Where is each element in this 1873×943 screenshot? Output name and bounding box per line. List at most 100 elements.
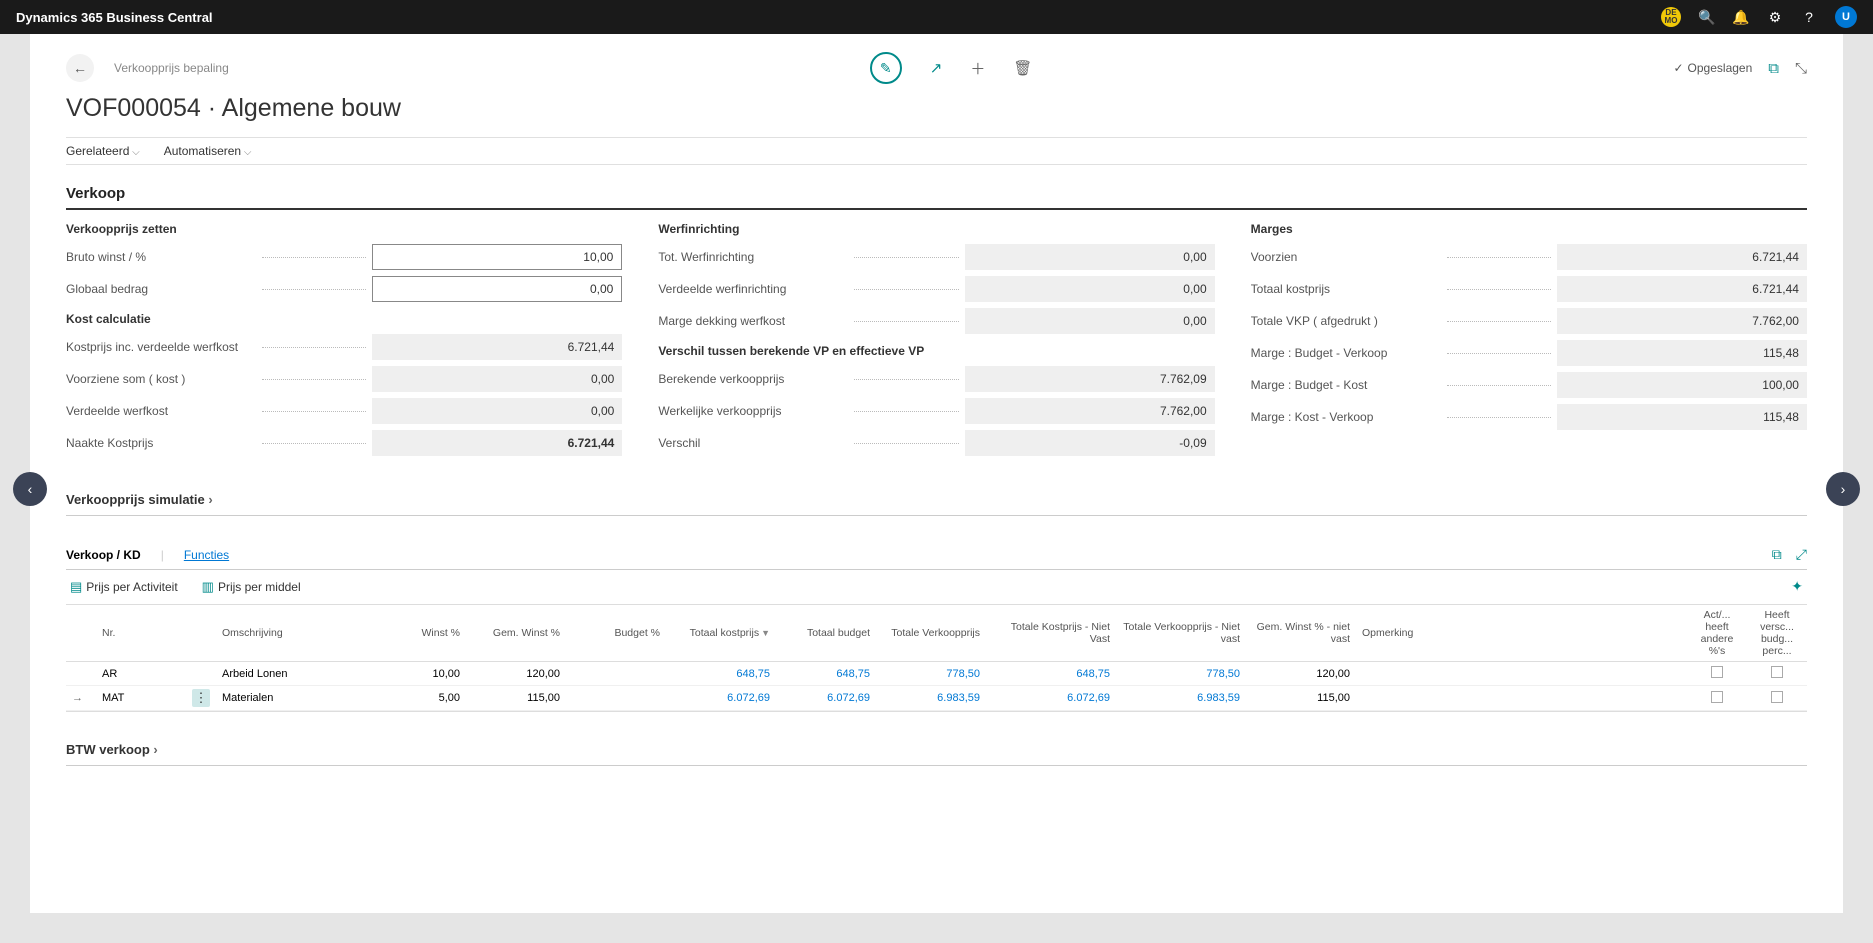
verkoop-col3: Marges Voorzien 6.721,44 Totaal kostprij…: [1251, 222, 1807, 462]
kd-expand-icon[interactable]: ⤢: [1796, 546, 1807, 563]
app-title: Dynamics 365 Business Central: [16, 10, 213, 25]
cell-omschrijving: Arbeid Lonen: [216, 665, 396, 683]
cell-totvkp[interactable]: 6.983,59: [876, 689, 986, 707]
delete-icon[interactable]: 🗑: [1013, 59, 1032, 77]
checkbox-act-pc[interactable]: [1711, 691, 1723, 703]
menu-automate[interactable]: Automatiseren: [164, 144, 252, 158]
cell-totvkp[interactable]: 778,50: [876, 665, 986, 683]
cell-totkost[interactable]: 648,75: [666, 665, 776, 683]
input-bruto-winst[interactable]: 10,00: [372, 244, 622, 270]
value-marge-kost-verkoop: 115,48: [1557, 404, 1807, 430]
breadcrumb: Verkoopprijs bepaling: [114, 61, 229, 75]
th-totkost[interactable]: Totaal kostprijs▼: [666, 623, 776, 643]
cell-totvkp-nv[interactable]: 6.983,59: [1116, 689, 1246, 707]
label-verdeelde-werfkost: Verdeelde werfkost: [66, 404, 256, 418]
kd-functies-link[interactable]: Functies: [184, 548, 229, 562]
page-canvas: ← Verkoopprijs bepaling ✎ ↗ ＋ 🗑 Opgeslag…: [30, 34, 1843, 913]
user-avatar[interactable]: U: [1835, 6, 1857, 28]
cell-gemwinst-nv: 115,00: [1246, 689, 1356, 707]
settings-icon[interactable]: ⚙: [1767, 9, 1783, 25]
th-totbudget[interactable]: Totaal budget: [776, 623, 876, 643]
th-heeft-budg[interactable]: Heeft versc... budg... perc...: [1747, 605, 1807, 661]
label-naakte-kostprijs: Naakte Kostprijs: [66, 436, 256, 450]
value-marge-budget-kost: 100,00: [1557, 372, 1807, 398]
popout-icon[interactable]: ⧉: [1768, 60, 1779, 77]
table-row[interactable]: → MAT ⋮ Materialen 5,00 115,00 6.072,69 …: [66, 686, 1807, 711]
section-title-btw-verkoop[interactable]: BTW verkoop: [66, 742, 1807, 766]
checkbox-act-pc[interactable]: [1711, 666, 1723, 678]
next-record-button[interactable]: ›: [1826, 472, 1860, 506]
edit-button[interactable]: ✎: [870, 52, 902, 84]
subhead-verkoopprijs-zetten: Verkoopprijs zetten: [66, 222, 622, 236]
kd-popout-icon[interactable]: ⧉: [1772, 546, 1782, 563]
section-title-simulatie[interactable]: Verkoopprijs simulatie: [66, 492, 1807, 516]
value-voorzien: 6.721,44: [1557, 244, 1807, 270]
label-tot-werfinrichting: Tot. Werfinrichting: [658, 250, 848, 264]
kd-settings-icon[interactable]: ✦: [1791, 578, 1803, 594]
th-totvkp[interactable]: Totale Verkoopprijs: [876, 623, 986, 643]
app-top-bar: Dynamics 365 Business Central DEMO 🔍 🔔 ⚙…: [0, 0, 1873, 34]
prev-record-button[interactable]: ‹: [13, 472, 47, 506]
th-budget-pc[interactable]: Budget %: [566, 623, 666, 643]
kd-title: Verkoop / KD: [66, 548, 141, 562]
th-winst[interactable]: Winst %: [396, 623, 466, 643]
tool-prijs-per-activiteit[interactable]: ▤ Prijs per Activiteit: [70, 579, 178, 595]
subhead-marges: Marges: [1251, 222, 1807, 236]
cell-gemwinst-nv: 120,00: [1246, 665, 1356, 683]
label-werkelijke-vkp: Werkelijke verkoopprijs: [658, 404, 848, 418]
checkbox-heeft-budg[interactable]: [1771, 666, 1783, 678]
row-marker: [66, 671, 96, 677]
cell-totbudget[interactable]: 648,75: [776, 665, 876, 683]
label-bruto-winst: Bruto winst / %: [66, 250, 256, 264]
row-actions[interactable]: [186, 671, 216, 677]
cell-winst: 10,00: [396, 665, 466, 683]
notifications-icon[interactable]: 🔔: [1733, 9, 1749, 25]
tool-prijs-per-activiteit-label: Prijs per Activiteit: [86, 580, 177, 594]
value-totaal-kostprijs: 6.721,44: [1557, 276, 1807, 302]
th-nr[interactable]: Nr.: [96, 623, 186, 643]
menu-related[interactable]: Gerelateerd: [66, 144, 140, 158]
label-globaal-bedrag: Globaal bedrag: [66, 282, 256, 296]
input-globaal-bedrag[interactable]: 0,00: [372, 276, 622, 302]
row-menu-icon[interactable]: ⋮: [192, 689, 210, 707]
cell-totvkp-nv[interactable]: 778,50: [1116, 665, 1246, 683]
th-totkost-nv[interactable]: Totale Kostprijs - Niet Vast: [986, 617, 1116, 649]
cell-totkost-nv[interactable]: 6.072,69: [986, 689, 1116, 707]
help-icon[interactable]: ?: [1801, 9, 1817, 25]
cell-totkost[interactable]: 6.072,69: [666, 689, 776, 707]
cell-budget-pc: [566, 695, 666, 701]
th-totvkp-nv[interactable]: Totale Verkoopprijs - Niet vast: [1116, 617, 1246, 649]
cell-totkost-nv[interactable]: 648,75: [986, 665, 1116, 683]
th-gemwinst[interactable]: Gem. Winst %: [466, 623, 566, 643]
top-bar-actions: DEMO 🔍 🔔 ⚙ ? U: [1661, 6, 1857, 28]
th-act-pc[interactable]: Act/... heeft andere %'s: [1687, 605, 1747, 661]
th-gemwinst-nv[interactable]: Gem. Winst % - niet vast: [1246, 617, 1356, 649]
value-verdeelde-werfinrichting: 0,00: [965, 276, 1215, 302]
subhead-werfinrichting: Werfinrichting: [658, 222, 1214, 236]
table-header-row: Nr. Omschrijving Winst % Gem. Winst % Bu…: [66, 605, 1807, 662]
cell-totbudget[interactable]: 6.072,69: [776, 689, 876, 707]
collapse-icon[interactable]: ⤡: [1795, 60, 1807, 77]
table-row[interactable]: AR Arbeid Lonen 10,00 120,00 648,75 648,…: [66, 662, 1807, 686]
new-icon[interactable]: ＋: [970, 58, 985, 79]
action-menu-bar: Gerelateerd Automatiseren: [66, 137, 1807, 165]
verkoop-col1: Verkoopprijs zetten Bruto winst / % 10,0…: [66, 222, 622, 462]
label-verschil: Verschil: [658, 436, 848, 450]
share-icon[interactable]: ↗: [930, 59, 943, 77]
value-naakte-kostprijs: 6.721,44: [372, 430, 622, 456]
label-verdeelde-werfinrichting: Verdeelde werfinrichting: [658, 282, 848, 296]
th-omschrijving[interactable]: Omschrijving: [216, 623, 396, 643]
back-button[interactable]: ←: [66, 54, 94, 82]
row-actions[interactable]: ⋮: [186, 686, 216, 710]
search-icon[interactable]: 🔍: [1699, 9, 1715, 25]
cell-budget-pc: [566, 671, 666, 677]
value-marge-budget-verkoop: 115,48: [1557, 340, 1807, 366]
price-resource-icon: ▥: [202, 579, 214, 595]
tool-prijs-per-middel[interactable]: ▥ Prijs per middel: [202, 579, 301, 595]
tool-prijs-per-middel-label: Prijs per middel: [218, 580, 301, 594]
label-voorzien: Voorzien: [1251, 250, 1441, 264]
checkbox-heeft-budg[interactable]: [1771, 691, 1783, 703]
th-opmerking[interactable]: Opmerking: [1356, 623, 1687, 643]
verkoop-col2: Werfinrichting Tot. Werfinrichting 0,00 …: [658, 222, 1214, 462]
cell-winst: 5,00: [396, 689, 466, 707]
